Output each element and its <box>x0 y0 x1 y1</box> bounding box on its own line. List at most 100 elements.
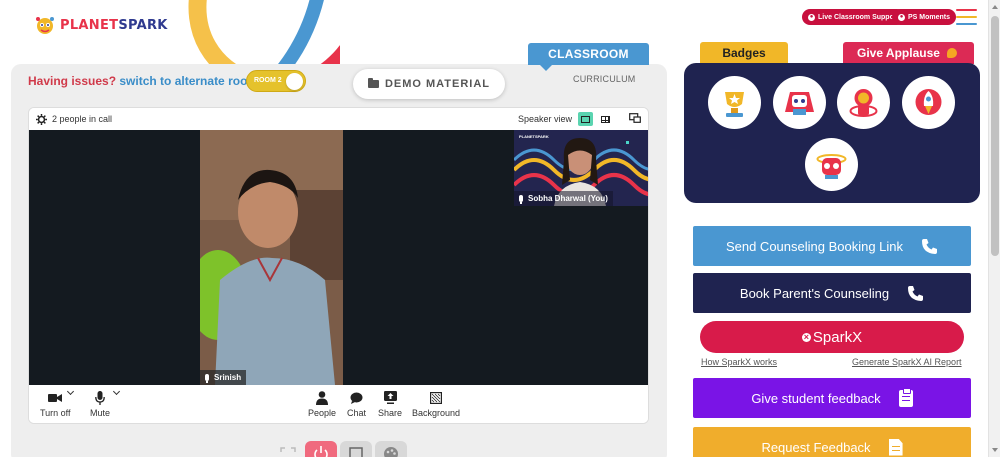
fullscreen-button[interactable] <box>270 441 302 457</box>
video-call: 2 people in call Speaker view Srinish PL… <box>28 107 649 424</box>
tab-badges[interactable]: Badges <box>700 42 788 64</box>
hamburger-icon[interactable] <box>956 9 977 26</box>
self-video: PLANETSPARK Sobha Dharwal (You) <box>514 130 648 206</box>
self-participant-name: Sobha Dharwal (You) <box>528 194 608 203</box>
camera-icon <box>48 393 63 402</box>
mic-options-chevron-icon[interactable] <box>112 387 121 396</box>
ps-moments-label: PS Moments <box>908 13 951 21</box>
give-student-feedback-button[interactable]: Give student feedback <box>693 378 971 418</box>
main-participant-video: Srinish <box>200 130 343 385</box>
self-video-brand: PLANETSPARK <box>519 134 549 139</box>
speaker-view-icon <box>581 115 590 123</box>
tab-curriculum[interactable]: CURRICULUM <box>573 74 636 84</box>
mute-button[interactable]: Mute <box>90 390 110 418</box>
scroll-up-icon[interactable] <box>992 5 998 9</box>
clap-icon <box>947 48 957 58</box>
tab-classroom[interactable]: CLASSROOM <box>528 43 649 65</box>
grid-view-button[interactable] <box>598 112 613 126</box>
astronaut-badge-icon <box>843 82 884 123</box>
issues-question: Having issues? <box>28 74 117 88</box>
rocket-badge-icon <box>908 82 949 123</box>
ps-moments-button[interactable]: ● PS Moments <box>892 9 957 25</box>
participant-video-frame <box>200 130 343 385</box>
demo-material-label: DEMO MATERIAL <box>384 78 491 90</box>
live-support-label: Live Classroom Support <box>818 13 899 21</box>
gear-icon[interactable] <box>36 114 47 125</box>
live-classroom-support-button[interactable]: ● Live Classroom Support <box>802 9 905 25</box>
give-applause-tab[interactable]: Give Applause <box>843 42 974 64</box>
background-button[interactable]: Background <box>412 390 460 418</box>
mic-icon <box>519 195 523 204</box>
main-participant-name: Srinish <box>214 373 242 382</box>
page: PLANETSPARK ● Live Classroom Support ● P… <box>0 0 988 457</box>
people-icon <box>316 390 329 405</box>
scrollbar-thumb[interactable] <box>991 16 999 256</box>
mascot-icon <box>36 17 54 34</box>
speaker-view-button[interactable] <box>578 112 593 126</box>
sparkx-button[interactable]: × SparkX <box>700 321 964 353</box>
turn-off-camera-button[interactable]: Turn off <box>40 390 71 418</box>
document-icon <box>888 438 903 456</box>
badge-robot[interactable] <box>773 76 826 129</box>
folder-icon <box>367 78 379 88</box>
chat-button[interactable]: Chat <box>347 390 366 418</box>
how-sparkx-works-link[interactable]: How SparkX works <box>701 357 777 367</box>
grid-view-icon <box>601 115 610 123</box>
trophy-badge-icon <box>714 82 755 123</box>
badge-scientist[interactable] <box>805 138 858 191</box>
demo-material-button[interactable]: DEMO MATERIAL <box>353 69 505 99</box>
end-class-button[interactable] <box>305 441 337 457</box>
sparkx-label: SparkX <box>812 328 863 346</box>
issues-text: Having issues? switch to alternate room <box>28 74 258 88</box>
power-icon <box>314 446 328 457</box>
call-controls: Turn off Mute People Chat Share Backgrou… <box>29 385 648 423</box>
scientist-badge-icon <box>811 144 852 185</box>
picture-in-picture-icon[interactable] <box>629 113 641 123</box>
give-student-feedback-label: Give student feedback <box>751 390 881 406</box>
request-feedback-button[interactable]: Request Feedback <box>693 427 971 457</box>
background-icon <box>430 391 443 404</box>
generate-sparkx-report-link[interactable]: Generate SparkX AI Report <box>852 357 962 367</box>
scroll-down-icon[interactable] <box>992 448 998 452</box>
people-button[interactable]: People <box>308 390 336 418</box>
badges-panel <box>684 63 980 203</box>
call-toolbar: 2 people in call Speaker view <box>29 108 648 130</box>
book-parent-counseling-button[interactable]: Book Parent's Counseling <box>693 273 971 313</box>
give-applause-label: Give Applause <box>857 46 940 60</box>
send-counseling-link-button[interactable]: Send Counseling Booking Link <box>693 226 971 266</box>
moments-icon: ● <box>898 13 905 21</box>
phone-icon <box>922 238 938 254</box>
robot-badge-icon <box>779 82 820 123</box>
share-screen-icon <box>383 391 397 404</box>
video-stage: Srinish PLANETSPARK Sobha Dharwal (You) <box>29 130 648 385</box>
share-label: Share <box>378 408 403 418</box>
badge-rocket[interactable] <box>902 76 955 129</box>
clipboard-icon <box>898 387 913 407</box>
whiteboard-button[interactable] <box>340 441 372 457</box>
page-scrollbar[interactable] <box>988 0 1000 457</box>
alternate-room-link[interactable]: switch to alternate room <box>119 74 258 88</box>
chat-icon <box>350 392 363 404</box>
tab-notch <box>540 65 552 71</box>
palette-icon <box>384 447 398 457</box>
support-icon: ● <box>808 13 815 21</box>
background-label: Background <box>412 408 461 418</box>
room-toggle-label: ROOM 2 <box>254 77 282 84</box>
badge-astronaut[interactable] <box>837 76 890 129</box>
fullscreen-icon <box>280 447 296 452</box>
book-parent-counseling-label: Book Parent's Counseling <box>739 285 890 301</box>
logo-part2: SPARK <box>118 17 168 33</box>
sparkx-icon: × <box>801 332 811 342</box>
badge-trophy[interactable] <box>708 76 761 129</box>
planetspark-logo[interactable]: PLANETSPARK <box>34 14 168 36</box>
room-toggle[interactable]: ROOM 2 <box>246 70 306 92</box>
phone-icon <box>908 285 924 301</box>
logo-wordmark: PLANETSPARK <box>60 18 168 33</box>
turn-off-label: Turn off <box>40 408 71 418</box>
main-participant-tag: Srinish <box>200 370 247 385</box>
send-counseling-label: Send Counseling Booking Link <box>725 238 904 254</box>
share-screen-button[interactable]: Share <box>378 390 402 418</box>
palette-button[interactable] <box>375 441 407 457</box>
mute-label: Mute <box>90 408 111 418</box>
logo-part1: PLANET <box>60 17 119 33</box>
